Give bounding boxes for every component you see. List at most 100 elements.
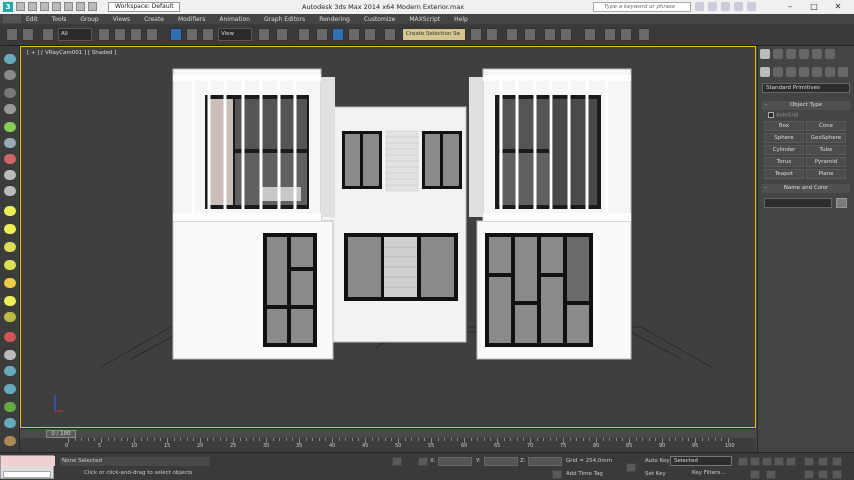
dropdown-icon[interactable] (88, 2, 97, 11)
space-warps-icon[interactable] (825, 67, 835, 77)
key-icon[interactable] (626, 463, 636, 472)
menu-graph-editors[interactable]: Graph Editors (264, 16, 305, 23)
display-tab-icon[interactable] (812, 49, 822, 59)
viewport-camera[interactable]: [ + ] [ VRayCam001 ] [ Shaded ] (20, 46, 756, 428)
rendered-frame-window-icon[interactable] (620, 28, 632, 41)
viewport-label[interactable]: [ + ] [ VRayCam001 ] [ Shaded ] (27, 50, 116, 56)
tool-icon-19[interactable] (4, 366, 16, 376)
binoculars-icon[interactable] (695, 2, 704, 11)
tool-icon-20[interactable] (4, 384, 16, 394)
menu-modifiers[interactable]: Modifiers (178, 16, 205, 23)
graphite-toggle-icon[interactable] (524, 28, 536, 41)
tool-icon-4[interactable] (4, 104, 16, 114)
minimize-button[interactable]: – (778, 0, 802, 14)
lights-icon[interactable] (786, 67, 796, 77)
fov-icon[interactable] (804, 470, 814, 479)
menu-animation[interactable]: Animation (219, 16, 250, 23)
tool-icon-10[interactable] (4, 206, 16, 216)
tool-icon-15[interactable] (4, 296, 16, 306)
tool-icon-3[interactable] (4, 88, 16, 98)
pyramid-button[interactable]: Pyramid (806, 157, 846, 167)
select-and-link-icon[interactable] (42, 28, 54, 41)
tool-icon-14[interactable] (4, 278, 16, 288)
menu-customize[interactable]: Customize (364, 16, 396, 23)
curve-editor-icon[interactable] (544, 28, 556, 41)
time-config-icon[interactable] (766, 470, 776, 479)
menu-views[interactable]: Views (113, 16, 130, 23)
auto-key-button[interactable]: Auto Key (645, 458, 670, 464)
autogrid-checkbox[interactable]: AutoGrid (768, 112, 798, 119)
systems-icon[interactable] (838, 67, 848, 77)
current-frame-field[interactable] (750, 470, 760, 479)
absolute-mode-icon[interactable] (418, 457, 428, 466)
render-setup-icon[interactable] (604, 28, 616, 41)
help-icon[interactable] (747, 2, 756, 11)
plane-button[interactable]: Plane (806, 169, 846, 179)
box-button[interactable]: Box (764, 121, 804, 131)
z-coordinate-field[interactable] (528, 457, 562, 466)
menu-maxscript[interactable]: MAXScript (409, 16, 440, 23)
menu-create[interactable]: Create (144, 16, 164, 23)
go-to-end-icon[interactable] (786, 457, 796, 466)
angle-snap-icon[interactable] (332, 28, 344, 41)
utilities-tab-icon[interactable] (825, 49, 835, 59)
subscription-icon[interactable] (708, 2, 717, 11)
maximize-button[interactable]: □ (802, 0, 826, 14)
undo-icon[interactable] (6, 28, 18, 41)
close-button[interactable]: ✕ (826, 0, 850, 14)
project-folder-icon[interactable] (76, 2, 85, 11)
sphere-button[interactable]: Sphere (764, 133, 804, 143)
tube-button[interactable]: Tube (806, 145, 846, 155)
workspace-dropdown[interactable]: Workspace: Default (108, 2, 180, 12)
tool-icon-1[interactable] (4, 54, 16, 64)
align-icon[interactable] (486, 28, 498, 41)
zoom-all-icon[interactable] (818, 457, 828, 466)
mirror-icon[interactable] (470, 28, 482, 41)
hierarchy-tab-icon[interactable] (786, 49, 796, 59)
menu-edit[interactable]: Edit (26, 16, 38, 23)
shapes-icon[interactable] (773, 67, 783, 77)
tool-icon-18[interactable] (4, 350, 16, 360)
tool-icon-23[interactable] (4, 436, 16, 446)
percent-snap-icon[interactable] (348, 28, 360, 41)
object-type-rollout[interactable]: - Object Type (762, 101, 850, 110)
set-key-button[interactable]: Set Key (645, 471, 666, 477)
go-to-start-icon[interactable] (738, 457, 748, 466)
tool-icon-9[interactable] (4, 186, 16, 196)
y-coordinate-field[interactable] (484, 457, 518, 466)
select-and-rotate-icon[interactable] (186, 28, 198, 41)
zoom-extents-icon[interactable] (832, 457, 842, 466)
select-by-name-icon[interactable] (114, 28, 126, 41)
reference-coordinate-dropdown[interactable]: View (218, 28, 252, 41)
create-tab-icon[interactable] (760, 49, 770, 59)
play-icon[interactable] (762, 457, 772, 466)
save-file-icon[interactable] (40, 2, 49, 11)
schematic-view-icon[interactable] (560, 28, 572, 41)
app-logo-icon[interactable]: 3 (3, 2, 13, 12)
helpers-icon[interactable] (812, 67, 822, 77)
tool-icon-12[interactable] (4, 242, 16, 252)
select-and-scale-icon[interactable] (202, 28, 214, 41)
menu-group[interactable]: Group (80, 16, 98, 23)
undo-icon[interactable] (52, 2, 61, 11)
named-selection-set-dropdown[interactable]: Create Selection Se (402, 28, 466, 41)
cone-button[interactable]: Cone (806, 121, 846, 131)
menu-toggle-icon[interactable] (3, 15, 21, 23)
name-color-rollout[interactable]: - Name and Color (762, 184, 850, 193)
window-crossing-icon[interactable] (146, 28, 158, 41)
manipulate-icon[interactable] (276, 28, 288, 41)
time-slider-thumb[interactable]: 0 / 100 (46, 430, 76, 438)
pan-icon[interactable] (818, 470, 828, 479)
key-mode-dropdown[interactable]: Selected (670, 456, 732, 466)
render-production-icon[interactable] (638, 28, 650, 41)
maxscript-listener[interactable] (0, 455, 55, 479)
select-and-move-icon[interactable] (170, 28, 182, 41)
tool-icon-8[interactable] (4, 170, 16, 180)
rect-selection-icon[interactable] (130, 28, 142, 41)
pivot-center-icon[interactable] (258, 28, 270, 41)
x-coordinate-field[interactable] (438, 457, 472, 466)
material-editor-icon[interactable] (584, 28, 596, 41)
lock-selection-icon[interactable] (392, 457, 402, 466)
new-file-icon[interactable] (16, 2, 25, 11)
tool-icon-22[interactable] (4, 418, 16, 428)
